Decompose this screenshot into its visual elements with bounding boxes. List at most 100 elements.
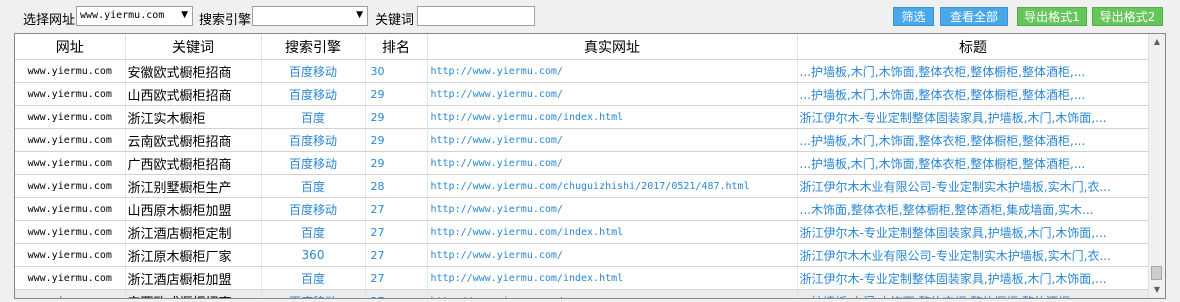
cell-site: www.yiermu.com <box>15 243 126 267</box>
export-format2-button[interactable]: 导出格式2 <box>1092 7 1163 26</box>
table-header-row: 网址 关键词 搜索引擎 排名 真实网址 标题 <box>15 34 1150 60</box>
cell-keyword: 浙江原木橱柜厂家 <box>125 243 262 267</box>
engine-select[interactable]: ▼ <box>252 6 368 26</box>
cell-title[interactable]: ...护墙板,木门,木饰面,整体衣柜,整体橱柜,整体酒柜,... <box>797 128 1150 152</box>
arrow-down-icon[interactable]: ▼ <box>1149 282 1165 298</box>
cell-title[interactable]: ...护墙板,木门,木饰面,整体衣柜,整体橱柜,整体酒柜,... <box>797 82 1150 106</box>
cell-engine: 百度移动 <box>261 59 366 83</box>
cell-rank: 29 <box>365 82 428 106</box>
cell-engine: 百度 <box>261 220 366 244</box>
table-row[interactable]: www.yiermu.com 浙江酒店橱柜定制 百度 27 http://www… <box>15 220 1150 244</box>
cell-rank: 27 <box>365 243 428 267</box>
cell-title[interactable]: 浙江伊尔木-专业定制整体固装家具,护墙板,木门,木饰面,... <box>797 266 1150 290</box>
column-header-keyword[interactable]: 关键词 <box>125 34 262 60</box>
results-table: 网址 关键词 搜索引擎 排名 真实网址 标题 www.yiermu.com 安徽… <box>15 34 1150 298</box>
cell-site: www.yiermu.com <box>15 151 126 175</box>
cell-keyword: 山西原木橱柜加盟 <box>125 197 262 221</box>
column-header-engine[interactable]: 搜索引擎 <box>261 34 366 60</box>
cell-engine: 百度 <box>261 174 366 198</box>
cell-real-url[interactable]: http://www.yiermu.com/index.html <box>427 220 798 244</box>
cell-rank: 29 <box>365 151 428 175</box>
table-row[interactable]: www.yiermu.com 浙江实木橱柜 百度 29 http://www.y… <box>15 105 1150 129</box>
cell-site: www.yiermu.com <box>15 266 126 290</box>
cell-keyword: 广西欧式橱柜招商 <box>125 151 262 175</box>
table-row[interactable]: www.yiermu.com 山西原木橱柜加盟 百度移动 27 http://w… <box>15 197 1150 221</box>
cell-site: www.yiermu.com <box>15 59 126 83</box>
cell-engine: 百度移动 <box>261 289 366 298</box>
view-all-button[interactable]: 查看全部 <box>940 7 1008 26</box>
chevron-down-icon[interactable]: ▼ <box>181 10 188 20</box>
cell-engine: 百度移动 <box>261 151 366 175</box>
cell-title[interactable]: ...护墙板,木门,木饰面,整体衣柜,整体橱柜,整体酒柜,... <box>797 59 1150 83</box>
cell-real-url[interactable]: http://www.yiermu.com/ <box>427 128 798 152</box>
table-row[interactable]: www.yiermu.com 云南欧式橱柜招商 百度移动 29 http://w… <box>15 128 1150 152</box>
cell-real-url[interactable]: http://www.yiermu.com/ <box>427 289 798 298</box>
cell-keyword: 云南欧式橱柜招商 <box>125 128 262 152</box>
cell-real-url[interactable]: http://www.yiermu.com/ <box>427 243 798 267</box>
table-row[interactable]: www.yiermu.com 广西欧式橱柜招商 百度移动 29 http://w… <box>15 151 1150 175</box>
cell-title[interactable]: ...护墙板,木门,木饰面,整体衣柜,整体橱柜,整体酒柜,... <box>797 289 1150 298</box>
cell-keyword: 浙江别墅橱柜生产 <box>125 174 262 198</box>
cell-site: www.yiermu.com <box>15 289 126 298</box>
cell-site: www.yiermu.com <box>15 220 126 244</box>
export-format1-button[interactable]: 导出格式1 <box>1017 7 1087 26</box>
cell-rank: 30 <box>365 59 428 83</box>
cell-keyword: 浙江实木橱柜 <box>125 105 262 129</box>
column-header-site[interactable]: 网址 <box>15 34 126 60</box>
chevron-down-icon[interactable]: ▼ <box>356 10 363 20</box>
cell-title[interactable]: ...护墙板,木门,木饰面,整体衣柜,整体橱柜,整体酒柜,... <box>797 151 1150 175</box>
table-row[interactable]: www.yiermu.com 山西欧式橱柜招商 百度移动 29 http://w… <box>15 82 1150 106</box>
cell-site: www.yiermu.com <box>15 128 126 152</box>
cell-engine: 360 <box>261 243 366 267</box>
cell-keyword: 安徽欧式橱柜招商 <box>125 59 262 83</box>
cell-rank: 29 <box>365 105 428 129</box>
cell-keyword: 浙江酒店橱柜加盟 <box>125 266 262 290</box>
cell-title[interactable]: 浙江伊尔木木业有限公司-专业定制实木护墙板,实木门,衣... <box>797 174 1150 198</box>
filter-button[interactable]: 筛选 <box>893 7 934 26</box>
cell-real-url[interactable]: http://www.yiermu.com/index.html <box>427 266 798 290</box>
cell-real-url[interactable]: http://www.yiermu.com/ <box>427 197 798 221</box>
cell-site: www.yiermu.com <box>15 82 126 106</box>
arrow-up-icon[interactable]: ▲ <box>1149 34 1165 50</box>
cell-rank: 27 <box>365 289 428 298</box>
cell-rank: 28 <box>365 174 428 198</box>
cell-title[interactable]: 浙江伊尔木木业有限公司-专业定制实木护墙板,实木门,衣... <box>797 243 1150 267</box>
cell-site: www.yiermu.com <box>15 197 126 221</box>
cell-real-url[interactable]: http://www.yiermu.com/ <box>427 82 798 106</box>
cell-engine: 百度 <box>261 105 366 129</box>
cell-real-url[interactable]: http://www.yiermu.com/chuguizhishi/2017/… <box>427 174 798 198</box>
column-header-rank[interactable]: 排名 <box>365 34 428 60</box>
toolbar: 选择网址 www.yiermu.com ▼ 搜索引擎 ▼ 关键词 筛选 查看全部… <box>0 0 1180 32</box>
table-row[interactable]: www.yiermu.com 安西欧式橱柜招商 百度移动 27 http://w… <box>15 289 1150 298</box>
keyword-input-label: 关键词 <box>375 13 415 28</box>
cell-real-url[interactable]: http://www.yiermu.com/ <box>427 151 798 175</box>
cell-real-url[interactable]: http://www.yiermu.com/index.html <box>427 105 798 129</box>
column-header-real-url[interactable]: 真实网址 <box>427 34 798 60</box>
cell-keyword: 浙江酒店橱柜定制 <box>125 220 262 244</box>
cell-engine: 百度 <box>261 266 366 290</box>
table-row[interactable]: www.yiermu.com 浙江原木橱柜厂家 360 27 http://ww… <box>15 243 1150 267</box>
cell-title[interactable]: 浙江伊尔木-专业定制整体固装家具,护墙板,木门,木饰面,... <box>797 220 1150 244</box>
table-row[interactable]: www.yiermu.com 浙江别墅橱柜生产 百度 28 http://www… <box>15 174 1150 198</box>
scrollbar-thumb[interactable] <box>1151 266 1162 280</box>
column-header-title[interactable]: 标题 <box>797 34 1150 60</box>
cell-rank: 29 <box>365 128 428 152</box>
cell-title[interactable]: ...木饰面,整体衣柜,整体橱柜,整体酒柜,集成墙面,实木... <box>797 197 1150 221</box>
cell-title[interactable]: 浙江伊尔木-专业定制整体固装家具,护墙板,木门,木饰面,... <box>797 105 1150 129</box>
table-row[interactable]: www.yiermu.com 安徽欧式橱柜招商 百度移动 30 http://w… <box>15 59 1150 83</box>
keyword-input[interactable] <box>417 6 535 26</box>
cell-real-url[interactable]: http://www.yiermu.com/ <box>427 59 798 83</box>
cell-rank: 27 <box>365 197 428 221</box>
cell-engine: 百度移动 <box>261 128 366 152</box>
vertical-scrollbar[interactable]: ▲ ▼ <box>1148 34 1165 298</box>
cell-rank: 27 <box>365 220 428 244</box>
engine-select-label: 搜索引擎 <box>199 13 252 28</box>
table-row[interactable]: www.yiermu.com 浙江酒店橱柜加盟 百度 27 http://www… <box>15 266 1150 290</box>
cell-engine: 百度移动 <box>261 197 366 221</box>
cell-site: www.yiermu.com <box>15 105 126 129</box>
site-select[interactable]: www.yiermu.com ▼ <box>76 6 193 26</box>
cell-site: www.yiermu.com <box>15 174 126 198</box>
results-grid: 网址 关键词 搜索引擎 排名 真实网址 标题 www.yiermu.com 安徽… <box>14 33 1166 299</box>
cell-rank: 27 <box>365 266 428 290</box>
cell-keyword: 安西欧式橱柜招商 <box>125 289 262 298</box>
